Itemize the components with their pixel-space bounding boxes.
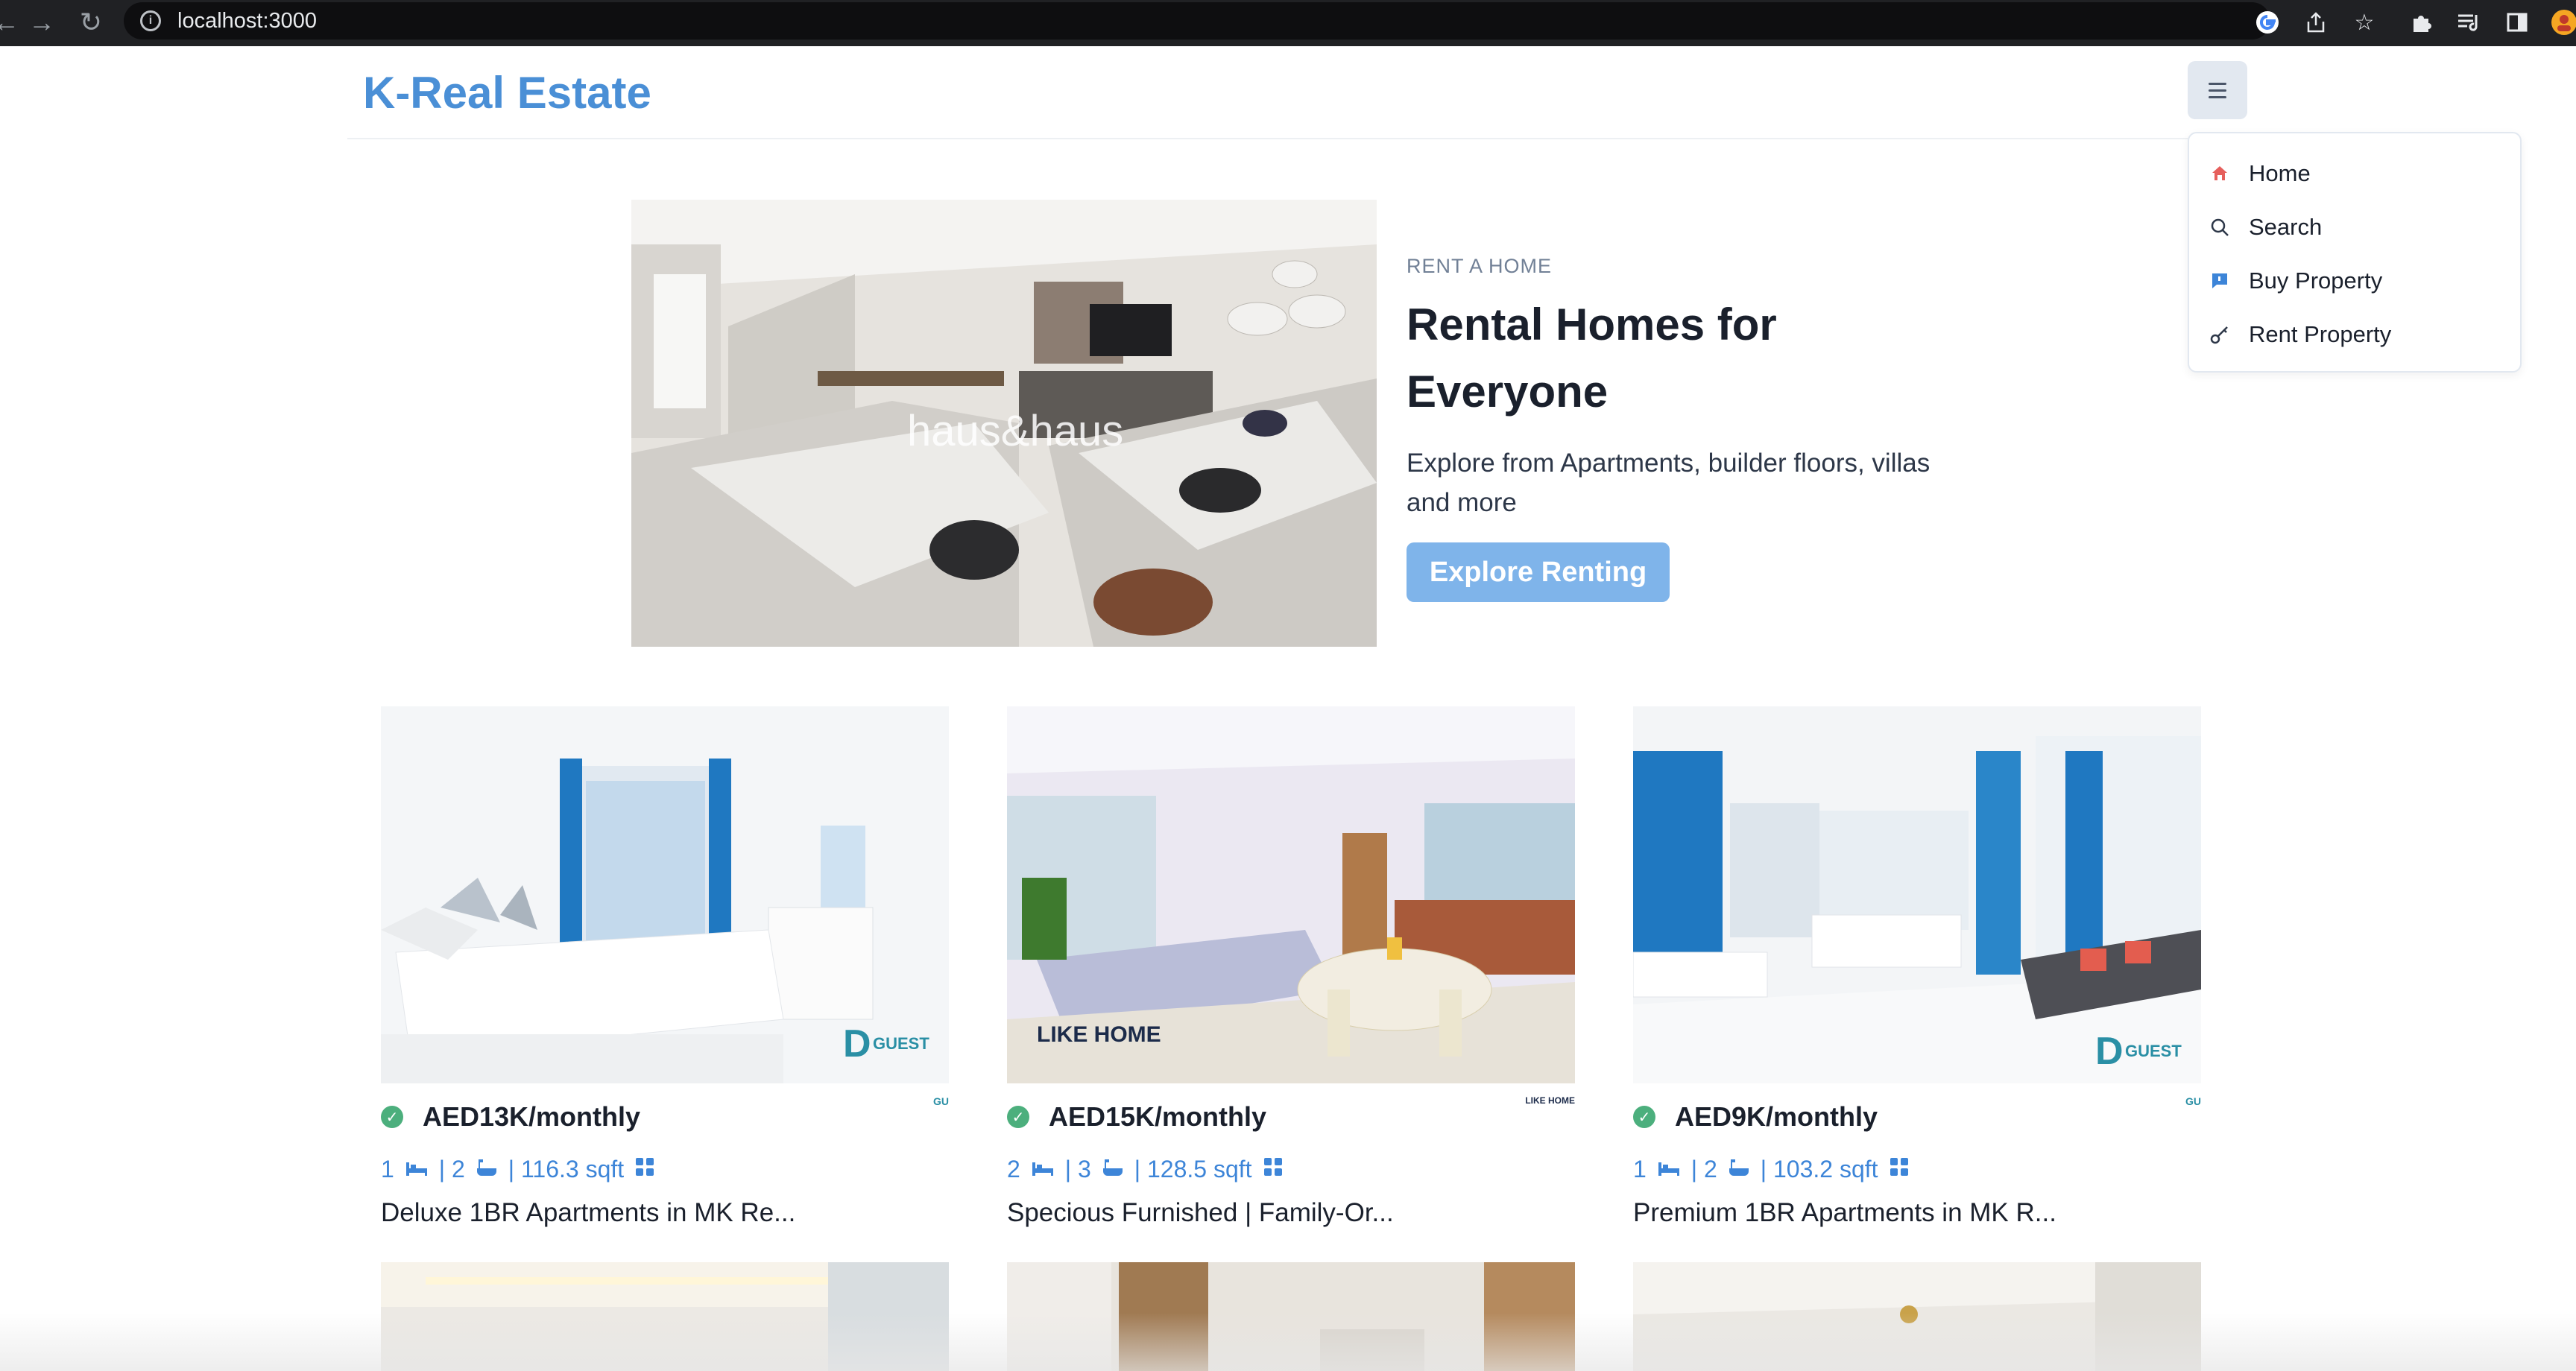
grid-icon: [1889, 1156, 1910, 1183]
menu-item-label: Search: [2249, 214, 2323, 240]
google-icon[interactable]: [2251, 6, 2284, 39]
share-icon[interactable]: [2299, 6, 2332, 39]
listing-card[interactable]: [381, 1262, 949, 1371]
site-info-icon[interactable]: i: [140, 10, 161, 31]
hamburger-menu-button[interactable]: [2188, 61, 2247, 119]
menu-item-label: Buy Property: [2249, 267, 2383, 294]
listing-card[interactable]: [1007, 1262, 1575, 1371]
browser-toolbar: ← → ↻ i localhost:3000 ☆: [0, 0, 2576, 46]
rooms-count: 1: [381, 1155, 394, 1182]
svg-text:D: D: [2095, 1030, 2124, 1073]
listing-card[interactable]: LIKE HOME ✓ AED15K/monthly LIKE HOME 2 |…: [1007, 706, 1575, 1228]
menu-item-label: Rent Property: [2249, 321, 2392, 347]
agency-logo: LIKE HOME: [1525, 1095, 1575, 1106]
baths-count: | 2: [1690, 1155, 1717, 1182]
listing-price: AED15K/monthly: [1049, 1101, 1267, 1132]
forward-icon[interactable]: →: [25, 6, 58, 39]
area-value: | 103.2 sqft: [1760, 1155, 1878, 1182]
listing-stats: 1 | 2 | 103.2 sqft: [1633, 1150, 2201, 1188]
svg-text:LIKE HOME: LIKE HOME: [1037, 1022, 1161, 1047]
hero-description: Explore from Apartments, builder floors,…: [1407, 449, 1931, 517]
bath-icon: [1728, 1156, 1750, 1183]
bath-icon: [1102, 1156, 1124, 1183]
listing-price: AED9K/monthly: [1675, 1101, 1878, 1132]
profile-avatar-icon[interactable]: [2548, 6, 2576, 39]
hamburger-icon: [2209, 82, 2226, 85]
chat-icon: [2209, 270, 2231, 292]
extensions-icon[interactable]: [2405, 6, 2438, 39]
address-bar[interactable]: i localhost:3000: [124, 2, 2270, 39]
rooms-count: 1: [1633, 1155, 1647, 1182]
listing-card[interactable]: D GUEST ✓ AED13K/monthly GU 1 | 2 | 116.…: [381, 706, 949, 1228]
hero-text: RENT A HOME Rental Homes for Everyone Ex…: [1407, 255, 1973, 602]
url-text: localhost:3000: [177, 8, 318, 33]
verified-check-icon: ✓: [1007, 1106, 1029, 1128]
nav-dropdown-menu: Home Search Buy Property Rent Property: [2188, 132, 2522, 373]
listing-card[interactable]: [1633, 1262, 2201, 1371]
hero-eyebrow: RENT A HOME: [1407, 255, 1553, 277]
explore-renting-button[interactable]: Explore Renting: [1407, 542, 1670, 602]
listing-image[interactable]: D GUEST: [381, 706, 949, 1083]
listing-title[interactable]: Deluxe 1BR Apartments in MK Re...: [381, 1198, 949, 1228]
listing-card[interactable]: D GUEST ✓ AED9K/monthly GU 1 | 2 | 103.2…: [1633, 706, 2201, 1228]
brand-logo[interactable]: K-Real Estate: [363, 67, 651, 118]
bed-icon: [1031, 1156, 1055, 1183]
listing-stats: 1 | 2 | 116.3 sqft: [381, 1150, 949, 1188]
page: K-Real Estate Home Search Buy Property R…: [0, 46, 2576, 1371]
bed-icon: [1657, 1156, 1681, 1183]
rooms-count: 2: [1007, 1155, 1020, 1182]
hero-title-line2: Everyone: [1407, 367, 1609, 417]
listing-image: [1007, 1262, 1575, 1371]
menu-item-buy-property[interactable]: Buy Property: [2189, 254, 2520, 308]
bath-icon: [476, 1156, 498, 1183]
verified-check-icon: ✓: [1633, 1106, 1655, 1128]
grid-icon: [1263, 1156, 1284, 1183]
search-icon: [2209, 216, 2231, 238]
listing-title[interactable]: Specious Furnished | Family-Or...: [1007, 1198, 1575, 1228]
baths-count: | 3: [1064, 1155, 1091, 1182]
header-divider: [347, 138, 2229, 139]
hero-image: haus&haus: [631, 200, 1377, 647]
agency-logo: GU: [933, 1095, 949, 1107]
grid-icon: [634, 1156, 655, 1183]
back-icon[interactable]: ←: [0, 6, 22, 39]
listing-image: [381, 1262, 949, 1371]
menu-item-home[interactable]: Home: [2189, 147, 2520, 200]
agency-logo: GU: [2185, 1095, 2201, 1107]
svg-text:D: D: [843, 1022, 871, 1066]
key-icon: [2209, 323, 2231, 346]
svg-text:GUEST: GUEST: [2125, 1042, 2182, 1060]
listing-title[interactable]: Premium 1BR Apartments in MK R...: [1633, 1198, 2201, 1228]
menu-item-search[interactable]: Search: [2189, 200, 2520, 254]
listing-price: AED13K/monthly: [423, 1101, 641, 1132]
menu-item-rent-property[interactable]: Rent Property: [2189, 308, 2520, 361]
menu-item-label: Home: [2249, 160, 2311, 186]
hero-title-line1: Rental Homes for: [1407, 300, 1777, 349]
baths-count: | 2: [438, 1155, 465, 1182]
reload-icon[interactable]: ↻: [75, 6, 107, 39]
hero-watermark: haus&haus: [907, 407, 1123, 455]
bookmark-star-icon[interactable]: ☆: [2348, 6, 2381, 39]
area-value: | 128.5 sqft: [1134, 1155, 1252, 1182]
listing-image[interactable]: LIKE HOME: [1007, 706, 1575, 1083]
svg-text:GUEST: GUEST: [873, 1034, 929, 1053]
media-queue-icon[interactable]: [2452, 6, 2485, 39]
hero-title: Rental Homes for Everyone: [1407, 291, 1973, 425]
listing-image[interactable]: D GUEST: [1633, 706, 2201, 1083]
listing-image: [1633, 1262, 2201, 1371]
verified-check-icon: ✓: [381, 1106, 403, 1128]
bed-icon: [405, 1156, 429, 1183]
side-panel-icon[interactable]: [2501, 6, 2534, 39]
listing-stats: 2 | 3 | 128.5 sqft: [1007, 1150, 1575, 1188]
area-value: | 116.3 sqft: [508, 1155, 625, 1182]
home-icon: [2209, 162, 2231, 185]
